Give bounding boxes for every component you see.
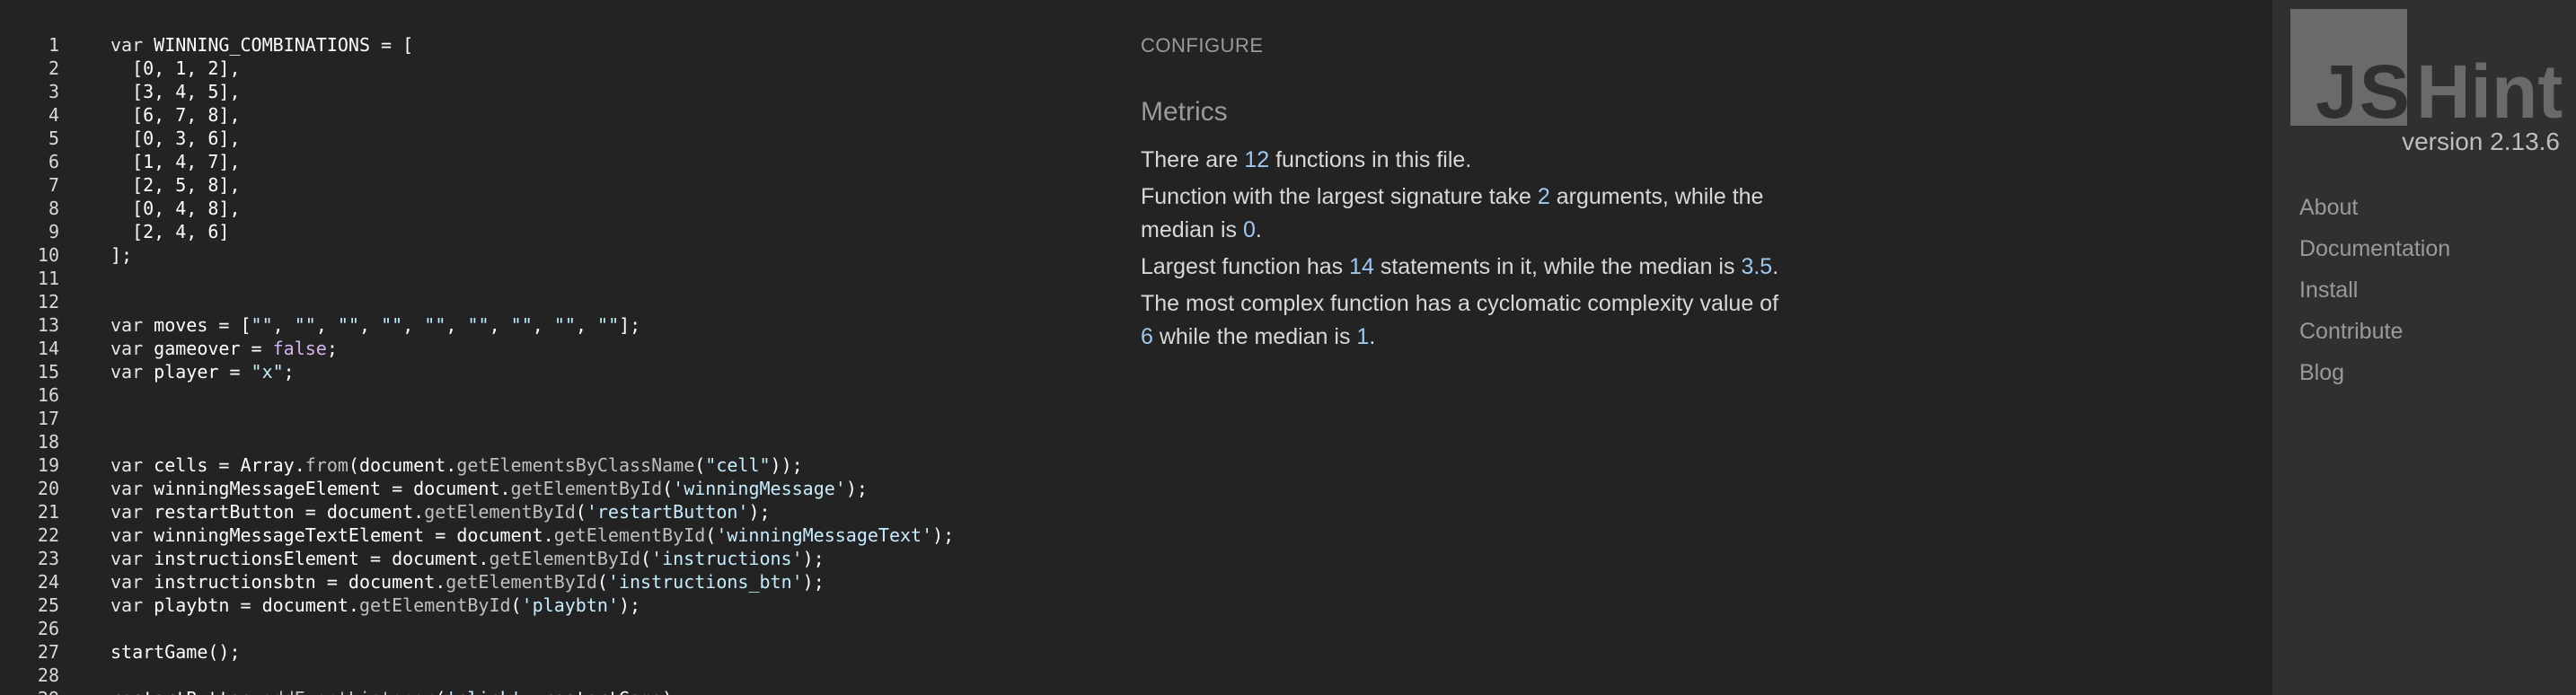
code-text: [2, 5, 8], — [110, 174, 241, 196]
metric-text: Function with the largest signature take — [1141, 184, 1538, 209]
metric-value: 3.5 — [1741, 254, 1773, 279]
metric-text: Largest function has — [1141, 254, 1350, 279]
metric-value: 1 — [1356, 324, 1370, 349]
line-number: 2 — [48, 57, 59, 79]
nav-link-documentation[interactable]: Documentation — [2299, 228, 2450, 269]
code-text: var winningMessageElement = document.get… — [110, 478, 868, 499]
nav-link-blog[interactable]: Blog — [2299, 352, 2450, 393]
code-text: startGame(); — [110, 641, 241, 663]
metric-text: . — [1772, 254, 1779, 279]
line-number: 13 — [37, 314, 59, 336]
metric-value: 2 — [1537, 184, 1550, 209]
jshint-logo[interactable]: JS Hint — [2290, 9, 2569, 134]
sidebar-nav: About Documentation Install Contribute Blog — [2299, 187, 2450, 393]
report-pane: CONFIGURE Metrics There are 12 functions… — [1141, 0, 1787, 695]
line-number: 26 — [37, 618, 59, 639]
metric-text: . — [1255, 217, 1262, 242]
line-number: 20 — [37, 478, 59, 499]
metric-item: Largest function has 14 statements in it… — [1141, 251, 1787, 284]
metric-value: 0 — [1242, 217, 1256, 242]
jshint-page: 1 var WINNING_COMBINATIONS = [ 2 [0, 1, 2]… — [0, 0, 2576, 695]
line-number: 12 — [37, 291, 59, 312]
code-text: var moves = ["", "", "", "", "", "", "",… — [110, 314, 641, 336]
code-text: var instructionsElement = document.getEl… — [110, 548, 825, 569]
metric-value: 12 — [1244, 147, 1270, 172]
line-number: 8 — [48, 198, 59, 219]
line-number: 23 — [37, 548, 59, 569]
line-number: 1 — [48, 34, 59, 56]
line-number: 17 — [37, 408, 59, 429]
metrics-heading: Metrics — [1141, 97, 1228, 127]
code-text: restartButton.addEventListener('click', … — [110, 687, 684, 695]
code-text: [0, 3, 6], — [110, 128, 241, 149]
metric-value: 14 — [1349, 254, 1374, 279]
code-text: ]; — [110, 244, 133, 266]
nav-link-contribute[interactable]: Contribute — [2299, 311, 2450, 352]
line-number: 16 — [37, 384, 59, 406]
code-text: var player = "x"; — [110, 361, 295, 383]
metric-value: 6 — [1141, 324, 1153, 349]
metric-text: . — [1369, 324, 1376, 349]
nav-link-about[interactable]: About — [2299, 187, 2450, 228]
line-number: 21 — [37, 501, 59, 523]
line-number: 24 — [37, 571, 59, 593]
code-text: var winningMessageTextElement = document… — [110, 524, 955, 546]
line-number: 25 — [37, 594, 59, 616]
line-number: 3 — [48, 81, 59, 102]
logo-js-text: JS — [2316, 49, 2412, 134]
metric-text: statements in it, while the median is — [1373, 254, 1742, 279]
line-number: 10 — [37, 244, 59, 266]
sidebar: JS Hint version 2.13.6 About Documentatio… — [2272, 0, 2576, 695]
logo-hint-text: Hint — [2416, 49, 2563, 134]
line-number: 18 — [37, 431, 59, 453]
metric-text: There are — [1141, 147, 1245, 172]
line-number: 5 — [48, 128, 59, 149]
line-number: 4 — [48, 104, 59, 126]
metric-item: The most complex function has a cyclomat… — [1141, 287, 1787, 354]
line-number: 9 — [48, 221, 59, 242]
line-number: 7 — [48, 174, 59, 196]
code-text: [3, 4, 5], — [110, 81, 241, 102]
line-number: 6 — [48, 151, 59, 172]
line-number: 11 — [37, 268, 59, 289]
configure-link[interactable]: CONFIGURE — [1141, 34, 1264, 57]
code-text: var cells = Array.from(document.getEleme… — [110, 454, 803, 476]
code-text: var restartButton = document.getElementB… — [110, 501, 771, 523]
metric-text: while the median is — [1152, 324, 1357, 349]
code-text: var instructionsbtn = document.getElemen… — [110, 571, 825, 593]
line-number: 29 — [0, 687, 59, 695]
metric-text: The most complex function has a cyclomat… — [1141, 291, 1779, 316]
code-text: [0, 4, 8], — [110, 198, 241, 219]
line-number: 27 — [37, 641, 59, 663]
code-text: [2, 4, 6] — [110, 221, 230, 242]
code-text: var WINNING_COMBINATIONS = [ — [110, 34, 414, 56]
code-text: [0, 1, 2], — [110, 57, 241, 79]
version-label: version 2.13.6 — [2402, 128, 2560, 155]
line-number: 19 — [37, 454, 59, 476]
code-editor[interactable]: 1 var WINNING_COMBINATIONS = [ 2 [0, 1, 2]… — [0, 0, 1105, 695]
line-number: 14 — [37, 338, 59, 359]
code-text: [6, 7, 8], — [110, 104, 241, 126]
nav-link-install[interactable]: Install — [2299, 269, 2450, 311]
metric-item: There are 12 functions in this file. — [1141, 144, 1787, 177]
code-text: var playbtn = document.getElementById('p… — [110, 594, 641, 616]
metrics-list: There are 12 functions in this file. Func… — [1141, 144, 1787, 357]
code-text: var gameover = false; — [110, 338, 338, 359]
metric-text: functions in this file. — [1269, 147, 1472, 172]
line-number: 15 — [37, 361, 59, 383]
line-number: 22 — [37, 524, 59, 546]
metric-item: Function with the largest signature take… — [1141, 180, 1787, 247]
code-text: [1, 4, 7], — [110, 151, 241, 172]
line-number: 28 — [37, 664, 59, 686]
